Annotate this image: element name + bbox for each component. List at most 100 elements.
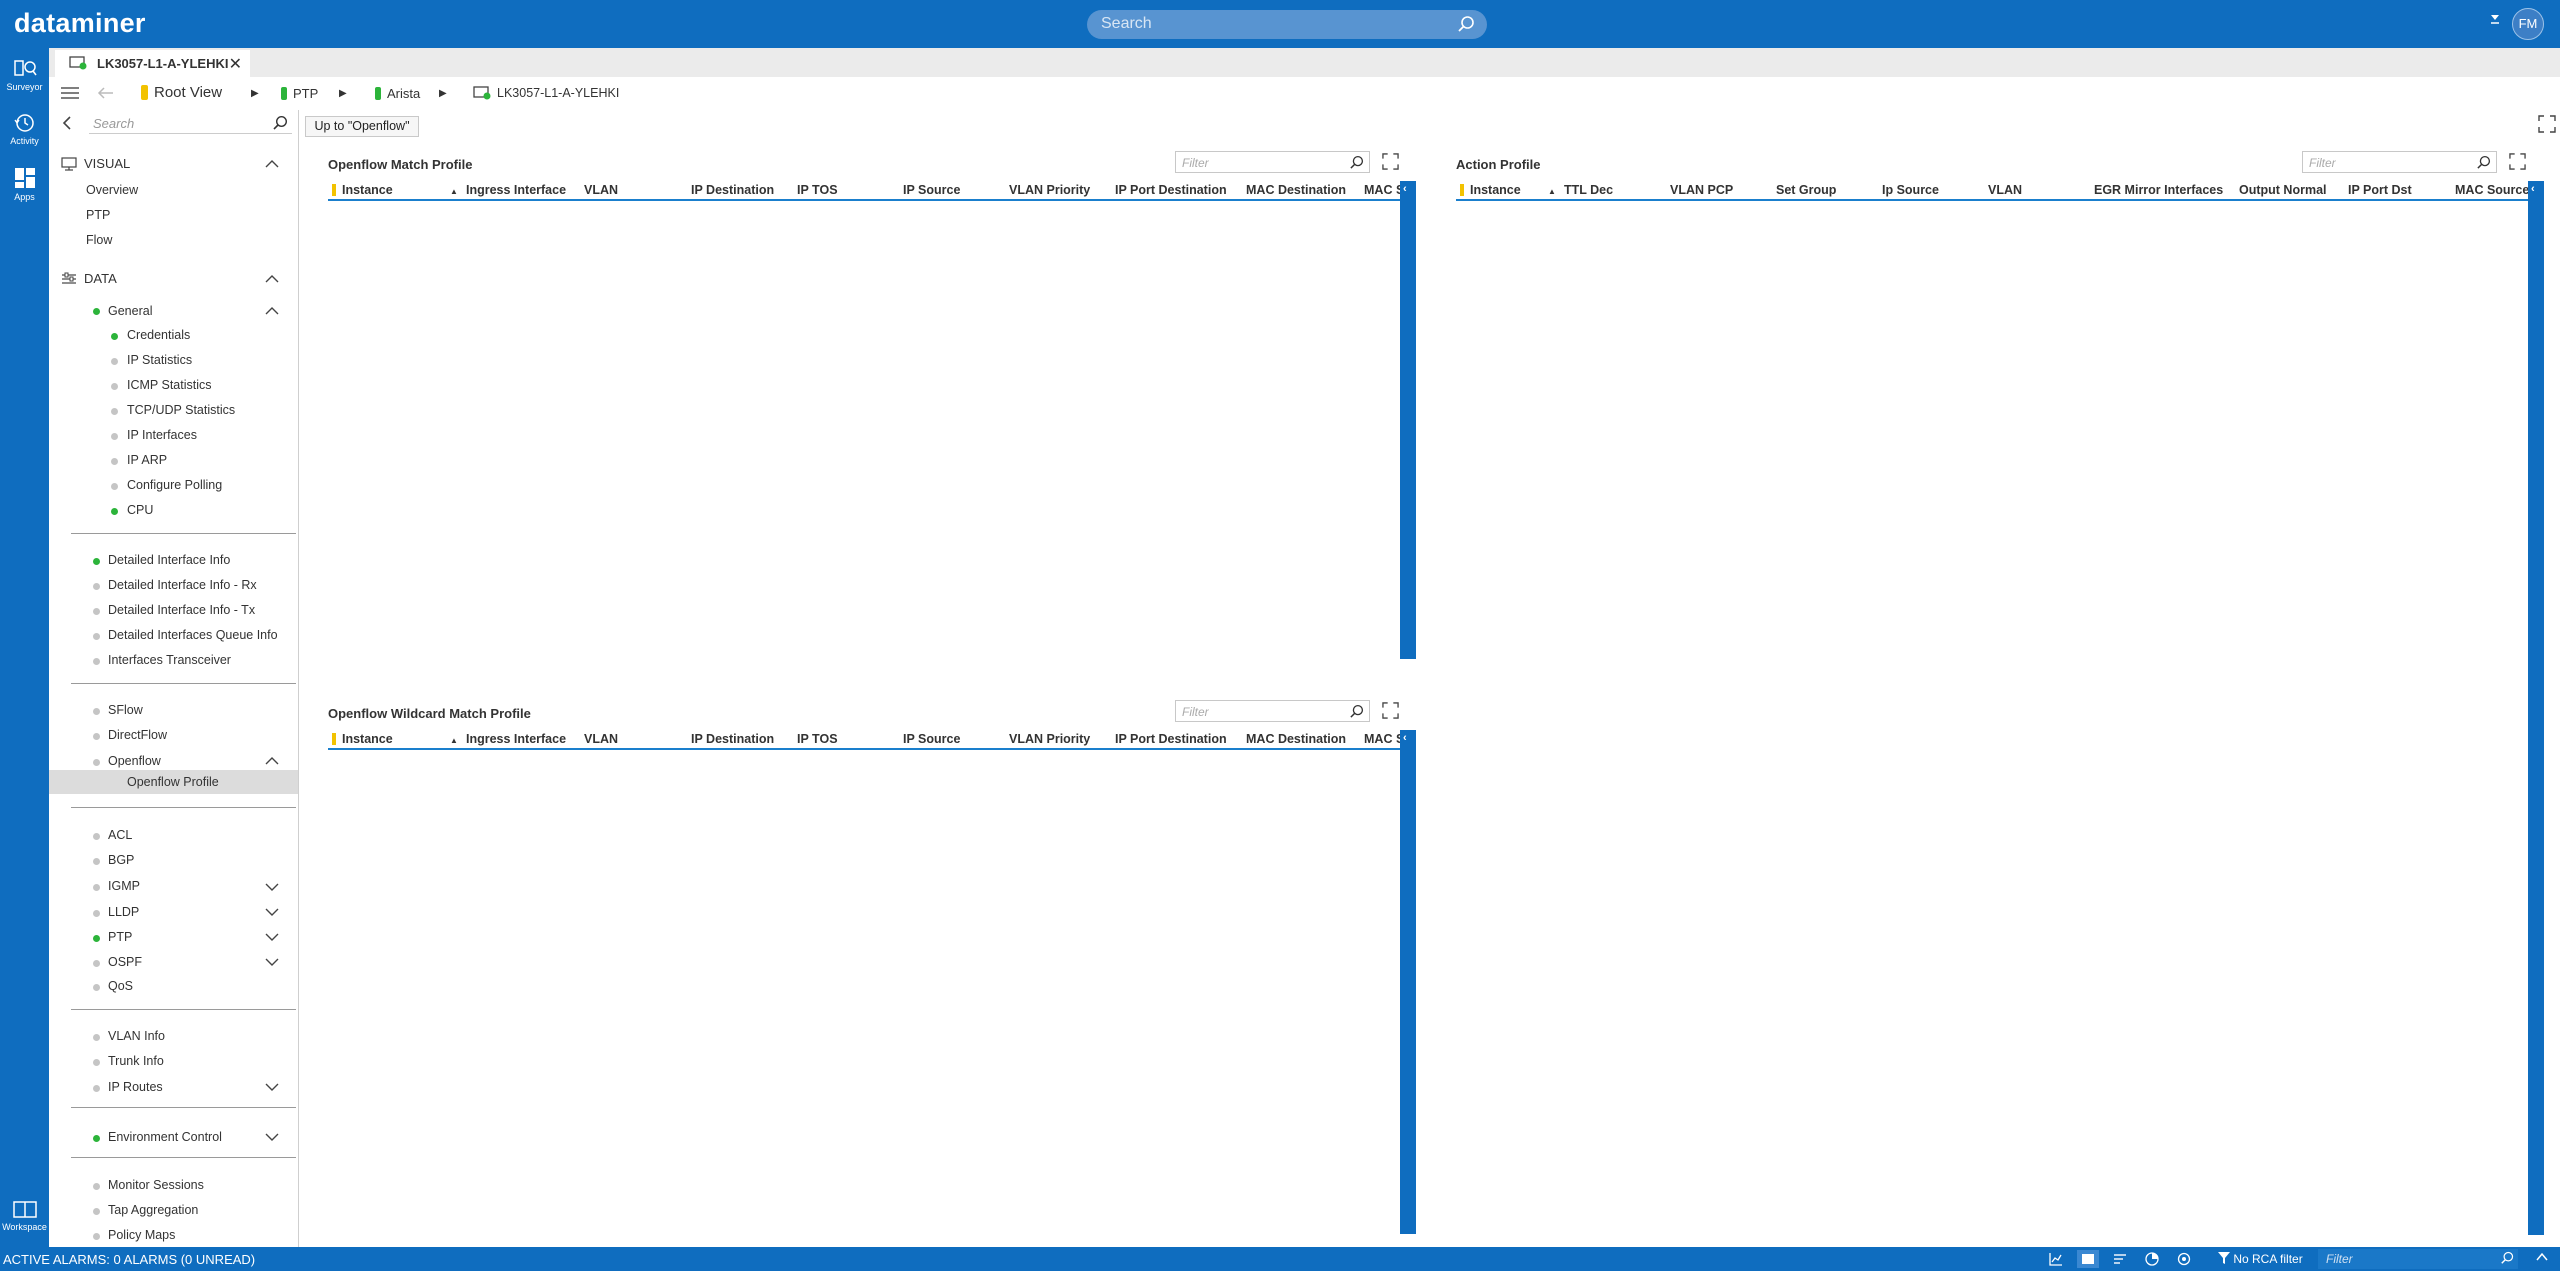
global-search-input[interactable]: Search — [1087, 10, 1487, 39]
column-header-mac-destination[interactable]: MAC Destination — [1246, 183, 1346, 197]
chevron-down-icon[interactable] — [263, 956, 281, 968]
column-header-egr-mirror-interfaces[interactable]: EGR Mirror Interfaces — [2094, 183, 2223, 197]
column-header-mac-source[interactable]: MAC Source — [1364, 732, 1400, 746]
sidebar-item-interfaces-transceiver[interactable]: Interfaces Transceiver — [108, 653, 231, 667]
sidebar-item-trunk-info[interactable]: Trunk Info — [108, 1054, 164, 1068]
sidebar-item-policy-maps[interactable]: Policy Maps — [108, 1228, 175, 1242]
fullscreen-icon[interactable] — [2538, 115, 2556, 138]
chevron-up-icon[interactable] — [263, 273, 281, 285]
sidebar-item-environment-control[interactable]: Environment Control — [108, 1130, 222, 1144]
rca-filter-toggle[interactable]: No RCA filter — [2218, 1252, 2303, 1266]
chevron-up-icon[interactable] — [2535, 1250, 2549, 1267]
sidebar-item-sflow[interactable]: SFlow — [108, 703, 143, 717]
column-header-instance[interactable]: Instance — [342, 183, 393, 197]
column-header-ip-destination[interactable]: IP Destination — [691, 183, 774, 197]
column-header-ip-source[interactable]: IP Source — [903, 183, 960, 197]
column-header-vlan-pcp[interactable]: VLAN PCP — [1670, 183, 1733, 197]
chevron-left-icon[interactable]: ‹ — [1403, 183, 1407, 195]
sidebar-item-detailed-interface-info-tx[interactable]: Detailed Interface Info - Tx — [108, 603, 255, 617]
expand-icon[interactable] — [2509, 153, 2526, 175]
sidebar-section-visual[interactable]: VISUAL — [61, 156, 130, 171]
rca-target-icon[interactable] — [2173, 1250, 2195, 1268]
sidebar-item-bgp[interactable]: BGP — [108, 853, 134, 867]
chevron-down-icon[interactable] — [263, 931, 281, 943]
user-avatar[interactable]: FM — [2512, 8, 2544, 40]
chevron-left-icon[interactable]: ‹ — [1403, 732, 1407, 744]
close-icon[interactable]: ✕ — [229, 54, 242, 74]
breadcrumb-arista[interactable]: Arista — [375, 86, 420, 101]
column-header-ip-port-destination[interactable]: IP Port Destination — [1115, 732, 1227, 746]
sidebar-item-credentials[interactable]: Credentials — [127, 328, 190, 342]
sidebar-item-acl[interactable]: ACL — [108, 828, 132, 842]
notifications-dropdown-icon[interactable] — [2490, 14, 2500, 29]
column-header-mac-destination[interactable]: MAC Destination — [1246, 732, 1346, 746]
column-header-ip-source[interactable]: IP Source — [903, 732, 960, 746]
column-header-ip-port-destination[interactable]: IP Port Destination — [1115, 183, 1227, 197]
search-icon[interactable] — [272, 115, 288, 134]
column-header-mac-source[interactable]: MAC Source — [2455, 183, 2528, 197]
sidebar-item-igmp[interactable]: IGMP — [108, 879, 140, 893]
sidebar-item-ptp[interactable]: PTP — [108, 930, 132, 944]
sidebar-item-vlan-info[interactable]: VLAN Info — [108, 1029, 165, 1043]
chevron-right-icon[interactable]: ▶ — [439, 88, 447, 99]
rail-item-activity[interactable]: Activity — [0, 112, 49, 146]
app-logo[interactable]: dataminer — [14, 8, 146, 39]
pie-chart-icon[interactable] — [2141, 1250, 2163, 1268]
search-icon[interactable] — [1349, 155, 1364, 173]
sidebar-item-lldp[interactable]: LLDP — [108, 905, 139, 919]
chevron-right-icon[interactable]: ▶ — [339, 88, 347, 99]
column-header-instance[interactable]: Instance — [1470, 183, 1521, 197]
rail-item-workspace[interactable]: Workspace — [0, 1200, 49, 1232]
chevron-down-icon[interactable] — [263, 1131, 281, 1143]
column-header-output-normal[interactable]: Output Normal — [2239, 183, 2327, 197]
search-icon[interactable] — [2476, 155, 2491, 173]
column-header-ip-port-dst[interactable]: IP Port Dst — [2348, 183, 2412, 197]
column-header-vlan-priority[interactable]: VLAN Priority — [1009, 732, 1090, 746]
column-header-vlan-priority[interactable]: VLAN Priority — [1009, 183, 1090, 197]
breadcrumb-root-view[interactable]: Root View — [141, 84, 222, 101]
up-to-openflow-button[interactable]: Up to "Openflow" — [305, 116, 419, 137]
sidebar-item-ip-routes[interactable]: IP Routes — [108, 1080, 163, 1094]
collapse-sidebar-icon[interactable] — [61, 116, 73, 135]
sidebar-item-configure-polling[interactable]: Configure Polling — [127, 478, 222, 492]
chevron-down-icon[interactable] — [263, 881, 281, 893]
hamburger-menu-icon[interactable] — [61, 85, 79, 104]
active-alarms-summary[interactable]: ACTIVE ALARMS: 0 ALARMS (0 UNREAD) — [3, 1252, 255, 1267]
column-header-ttl-dec[interactable]: TTL Dec — [1564, 183, 1613, 197]
chevron-up-icon[interactable] — [263, 305, 281, 317]
sidebar-item-openflow-profile[interactable]: Openflow Profile — [127, 775, 219, 789]
sidebar-item-directflow[interactable]: DirectFlow — [108, 728, 167, 742]
sidebar-item-openflow[interactable]: Openflow — [108, 754, 161, 768]
list-view-icon[interactable] — [2077, 1250, 2099, 1268]
column-header-ip-tos[interactable]: IP TOS — [797, 183, 838, 197]
breadcrumb-ptp[interactable]: PTP — [281, 86, 318, 101]
sidebar-item-ip-arp[interactable]: IP ARP — [127, 453, 167, 467]
column-header-ingress-interface[interactable]: Ingress Interface — [466, 732, 566, 746]
column-header-set-group[interactable]: Set Group — [1776, 183, 1836, 197]
sort-ascending-icon[interactable]: ▲ — [450, 736, 458, 745]
column-chooser-scrollbar[interactable]: ‹ — [2528, 181, 2544, 1235]
sidebar-item-ptp-visual[interactable]: PTP — [86, 208, 110, 222]
sidebar-item-monitor-sessions[interactable]: Monitor Sessions — [108, 1178, 204, 1192]
chevron-down-icon[interactable] — [263, 906, 281, 918]
sort-ascending-icon[interactable]: ▲ — [1548, 187, 1556, 196]
column-chooser-scrollbar[interactable]: ‹ — [1400, 730, 1416, 1234]
chevron-left-icon[interactable]: ‹ — [2531, 183, 2535, 195]
sidebar-item-detailed-interface-info-rx[interactable]: Detailed Interface Info - Rx — [108, 578, 257, 592]
sidebar-section-data[interactable]: DATA — [61, 271, 117, 286]
sidebar-item-detailed-interface-info[interactable]: Detailed Interface Info — [108, 553, 230, 567]
sort-ascending-icon[interactable]: ▲ — [450, 187, 458, 196]
sidebar-item-qos[interactable]: QoS — [108, 979, 133, 993]
chevron-up-icon[interactable] — [263, 755, 281, 767]
column-header-ip-tos[interactable]: IP TOS — [797, 732, 838, 746]
sidebar-item-cpu[interactable]: CPU — [127, 503, 153, 517]
search-icon[interactable] — [1457, 15, 1475, 38]
column-header-vlan[interactable]: VLAN — [584, 183, 618, 197]
search-icon[interactable] — [1349, 704, 1364, 722]
rail-item-surveyor[interactable]: Surveyor — [0, 58, 49, 92]
filter-input[interactable]: Filter — [1175, 151, 1370, 173]
sort-lines-icon[interactable] — [2109, 1250, 2131, 1268]
sidebar-item-icmp-statistics[interactable]: ICMP Statistics — [127, 378, 212, 392]
column-header-mac-source[interactable]: MAC Source — [1364, 183, 1400, 197]
sidebar-item-flow[interactable]: Flow — [86, 233, 112, 247]
